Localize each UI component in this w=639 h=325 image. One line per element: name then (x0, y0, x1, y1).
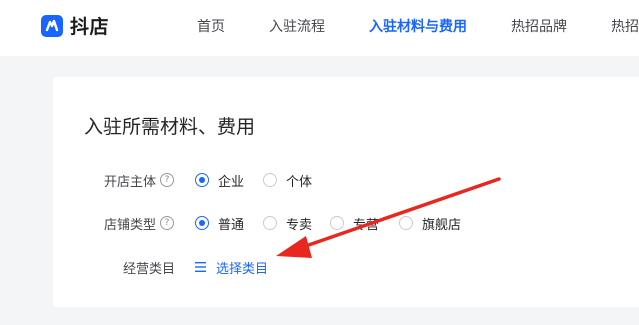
nav-item-hot-more[interactable]: 热招 (611, 16, 639, 36)
entity-option-individual[interactable]: 个体 (263, 171, 312, 190)
top-navigation-bar: 抖店 首页 入驻流程 入驻材料与费用 热招品牌 热招 (0, 0, 639, 56)
store-type-label-text: 店铺类型 (104, 217, 157, 233)
brand-name: 抖店 (70, 16, 110, 38)
store-type-option-exclusive[interactable]: 专卖 (263, 214, 312, 233)
option-label: 专营 (353, 217, 380, 233)
option-label: 个体 (286, 174, 313, 190)
option-label: 专卖 (286, 217, 313, 233)
doudian-logo-icon (41, 14, 63, 37)
store-type-label: 店铺类型 ? (104, 214, 175, 233)
nav-item-hot-brands[interactable]: 热招品牌 (511, 16, 567, 36)
option-label: 企业 (218, 174, 245, 190)
category-row: 经营类目 选择类目 (53, 256, 639, 278)
select-category-button[interactable]: 选择类目 (195, 258, 268, 277)
radio-unchecked-icon[interactable] (399, 216, 413, 230)
option-label: 普通 (218, 217, 245, 233)
store-type-row: 店铺类型 ? 普通 专卖 专营 旗舰店 (53, 212, 639, 234)
help-icon[interactable]: ? (160, 173, 175, 187)
entity-option-enterprise[interactable]: 企业 (195, 171, 244, 190)
entity-row: 开店主体 ? 企业 个体 (53, 169, 639, 191)
nav-item-materials-fees[interactable]: 入驻材料与费用 (369, 16, 467, 36)
entity-label-text: 开店主体 (104, 174, 157, 190)
radio-checked-icon[interactable] (195, 173, 209, 187)
option-label: 旗舰店 (422, 217, 462, 233)
nav-item-home[interactable]: 首页 (197, 16, 225, 36)
store-type-option-specialty[interactable]: 专营 (330, 214, 379, 233)
brand-logo[interactable]: 抖店 (40, 12, 109, 39)
nav-item-settle-process[interactable]: 入驻流程 (269, 16, 325, 36)
radio-unchecked-icon[interactable] (330, 216, 344, 230)
help-icon[interactable]: ? (160, 216, 175, 230)
card-title: 入驻所需材料、费用 (84, 116, 256, 138)
radio-unchecked-icon[interactable] (263, 173, 277, 187)
store-type-option-flagship[interactable]: 旗舰店 (399, 214, 461, 233)
materials-fees-card: 入驻所需材料、费用 开店主体 ? 企业 个体 店铺类型 ? 普通 专卖 专营 旗… (53, 77, 639, 307)
select-category-label: 选择类目 (216, 261, 269, 277)
radio-unchecked-icon[interactable] (263, 216, 277, 230)
radio-checked-icon[interactable] (195, 216, 209, 230)
store-type-option-regular[interactable]: 普通 (195, 214, 244, 233)
entity-label: 开店主体 ? (104, 171, 175, 190)
menu-icon (195, 262, 206, 272)
category-label: 经营类目 (123, 261, 176, 277)
